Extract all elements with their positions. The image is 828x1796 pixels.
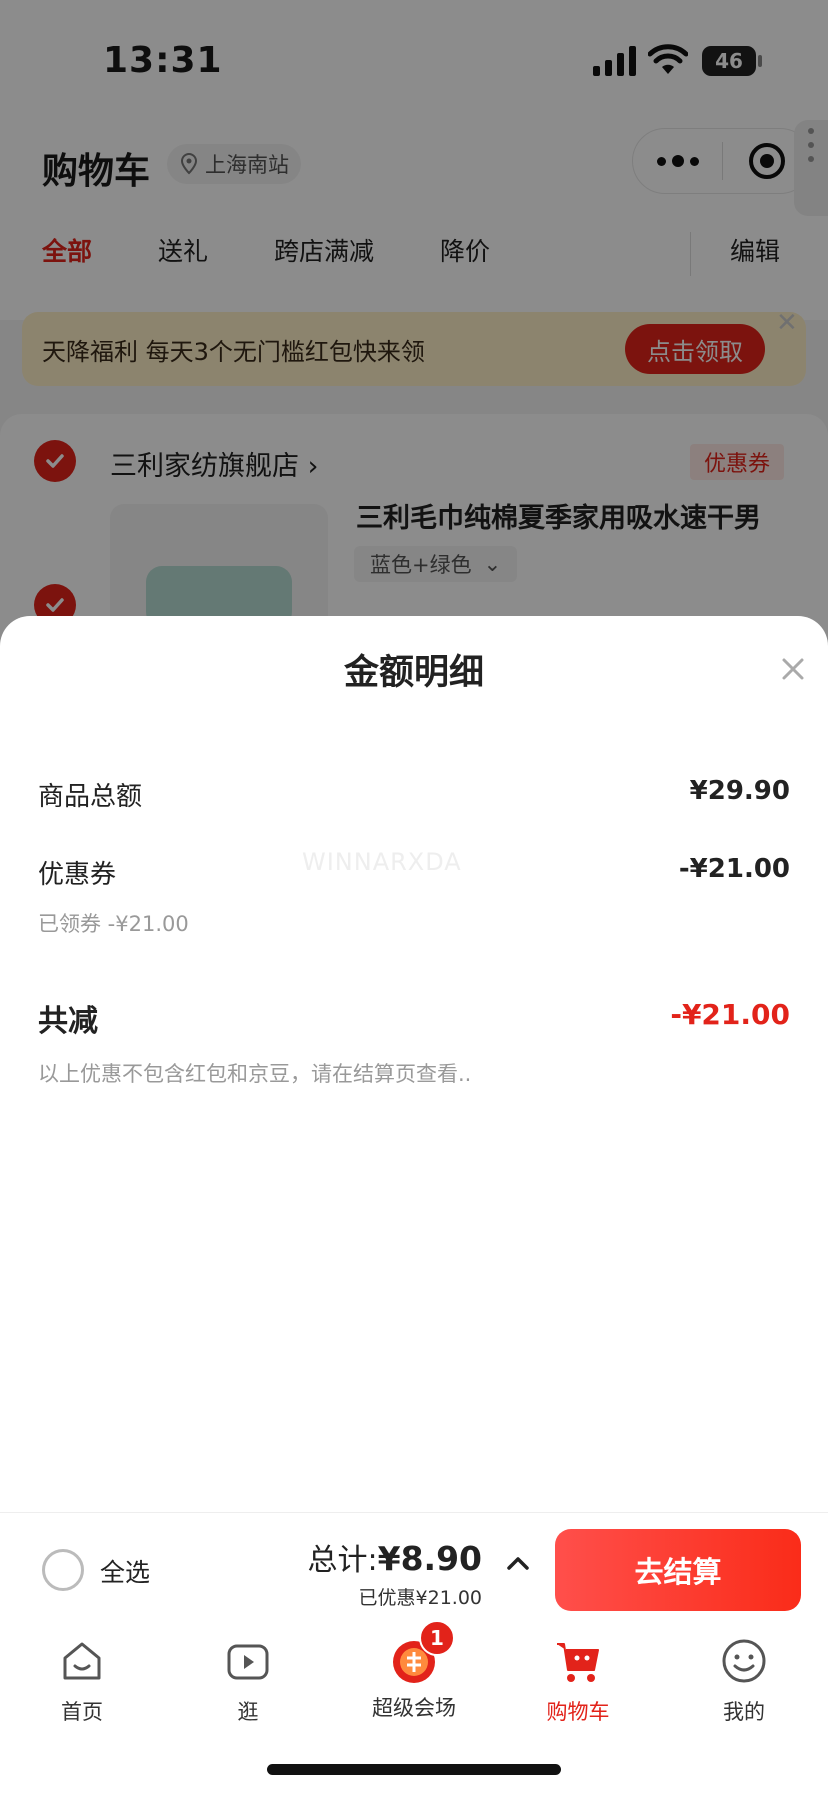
select-all-label[interactable]: 全选 <box>100 1553 150 1589</box>
total-discount-label: 共减 <box>38 1004 98 1039</box>
checkout-bar: 全选 总计:¥8.90 已优惠¥21.00 去结算 <box>0 1512 828 1624</box>
home-indicator <box>267 1764 561 1775</box>
chevron-up-icon[interactable] <box>505 1553 531 1573</box>
saved-amount: 已优惠¥21.00 <box>358 1587 482 1609</box>
tabbar-label: 超级会场 <box>372 1696 456 1720</box>
tabbar-label: 我的 <box>723 1700 765 1724</box>
tabbar-browse[interactable]: 逛 <box>188 1636 308 1726</box>
shopping-cart-icon <box>557 1643 599 1682</box>
goods-total-label: 商品总额 <box>38 782 143 812</box>
tabbar-cart[interactable]: 购物车 <box>518 1636 638 1726</box>
smiley-face-icon <box>722 1639 766 1683</box>
discount-disclaimer: 以上优惠不包含红包和京豆，请在结算页查看.. <box>38 1062 472 1086</box>
coupon-label: 优惠券 <box>38 860 117 890</box>
tabbar-label: 首页 <box>61 1700 103 1724</box>
close-icon[interactable] <box>776 652 810 686</box>
sheet-title: 金额明细 <box>343 653 484 693</box>
tabbar-super-venue[interactable]: 1 超级会场 <box>354 1620 474 1722</box>
watermark: WINNARXDA <box>302 848 462 876</box>
super-venue-icon: 1 <box>389 1620 455 1686</box>
coupon-value: -¥21.00 <box>678 854 790 884</box>
notification-badge: 1 <box>419 1620 455 1656</box>
total-price: 总计:¥8.90 <box>307 1539 483 1578</box>
tabbar-label: 逛 <box>237 1700 259 1724</box>
video-play-icon <box>227 1644 269 1680</box>
amount-detail-sheet: 金额明细 商品总额 ¥29.90 WINNARXDA 优惠券 -¥21.00 已… <box>0 616 828 1516</box>
goods-total-value: ¥29.90 <box>689 776 790 806</box>
select-all-radio[interactable] <box>42 1549 84 1591</box>
tabbar-me[interactable]: 我的 <box>684 1636 804 1726</box>
coupon-note: 已领券 -¥21.00 <box>38 912 189 936</box>
tabbar-label: 购物车 <box>546 1700 610 1724</box>
home-icon <box>63 1642 101 1680</box>
cart-page: 13:31 46 购物车 上海南站 全部 送礼 跨店满减 降价 编辑 天降福利 … <box>0 0 828 1796</box>
checkout-button[interactable]: 去结算 <box>555 1529 801 1611</box>
total-discount-value: -¥21.00 <box>670 998 790 1031</box>
tabbar-home[interactable]: 首页 <box>22 1636 142 1726</box>
